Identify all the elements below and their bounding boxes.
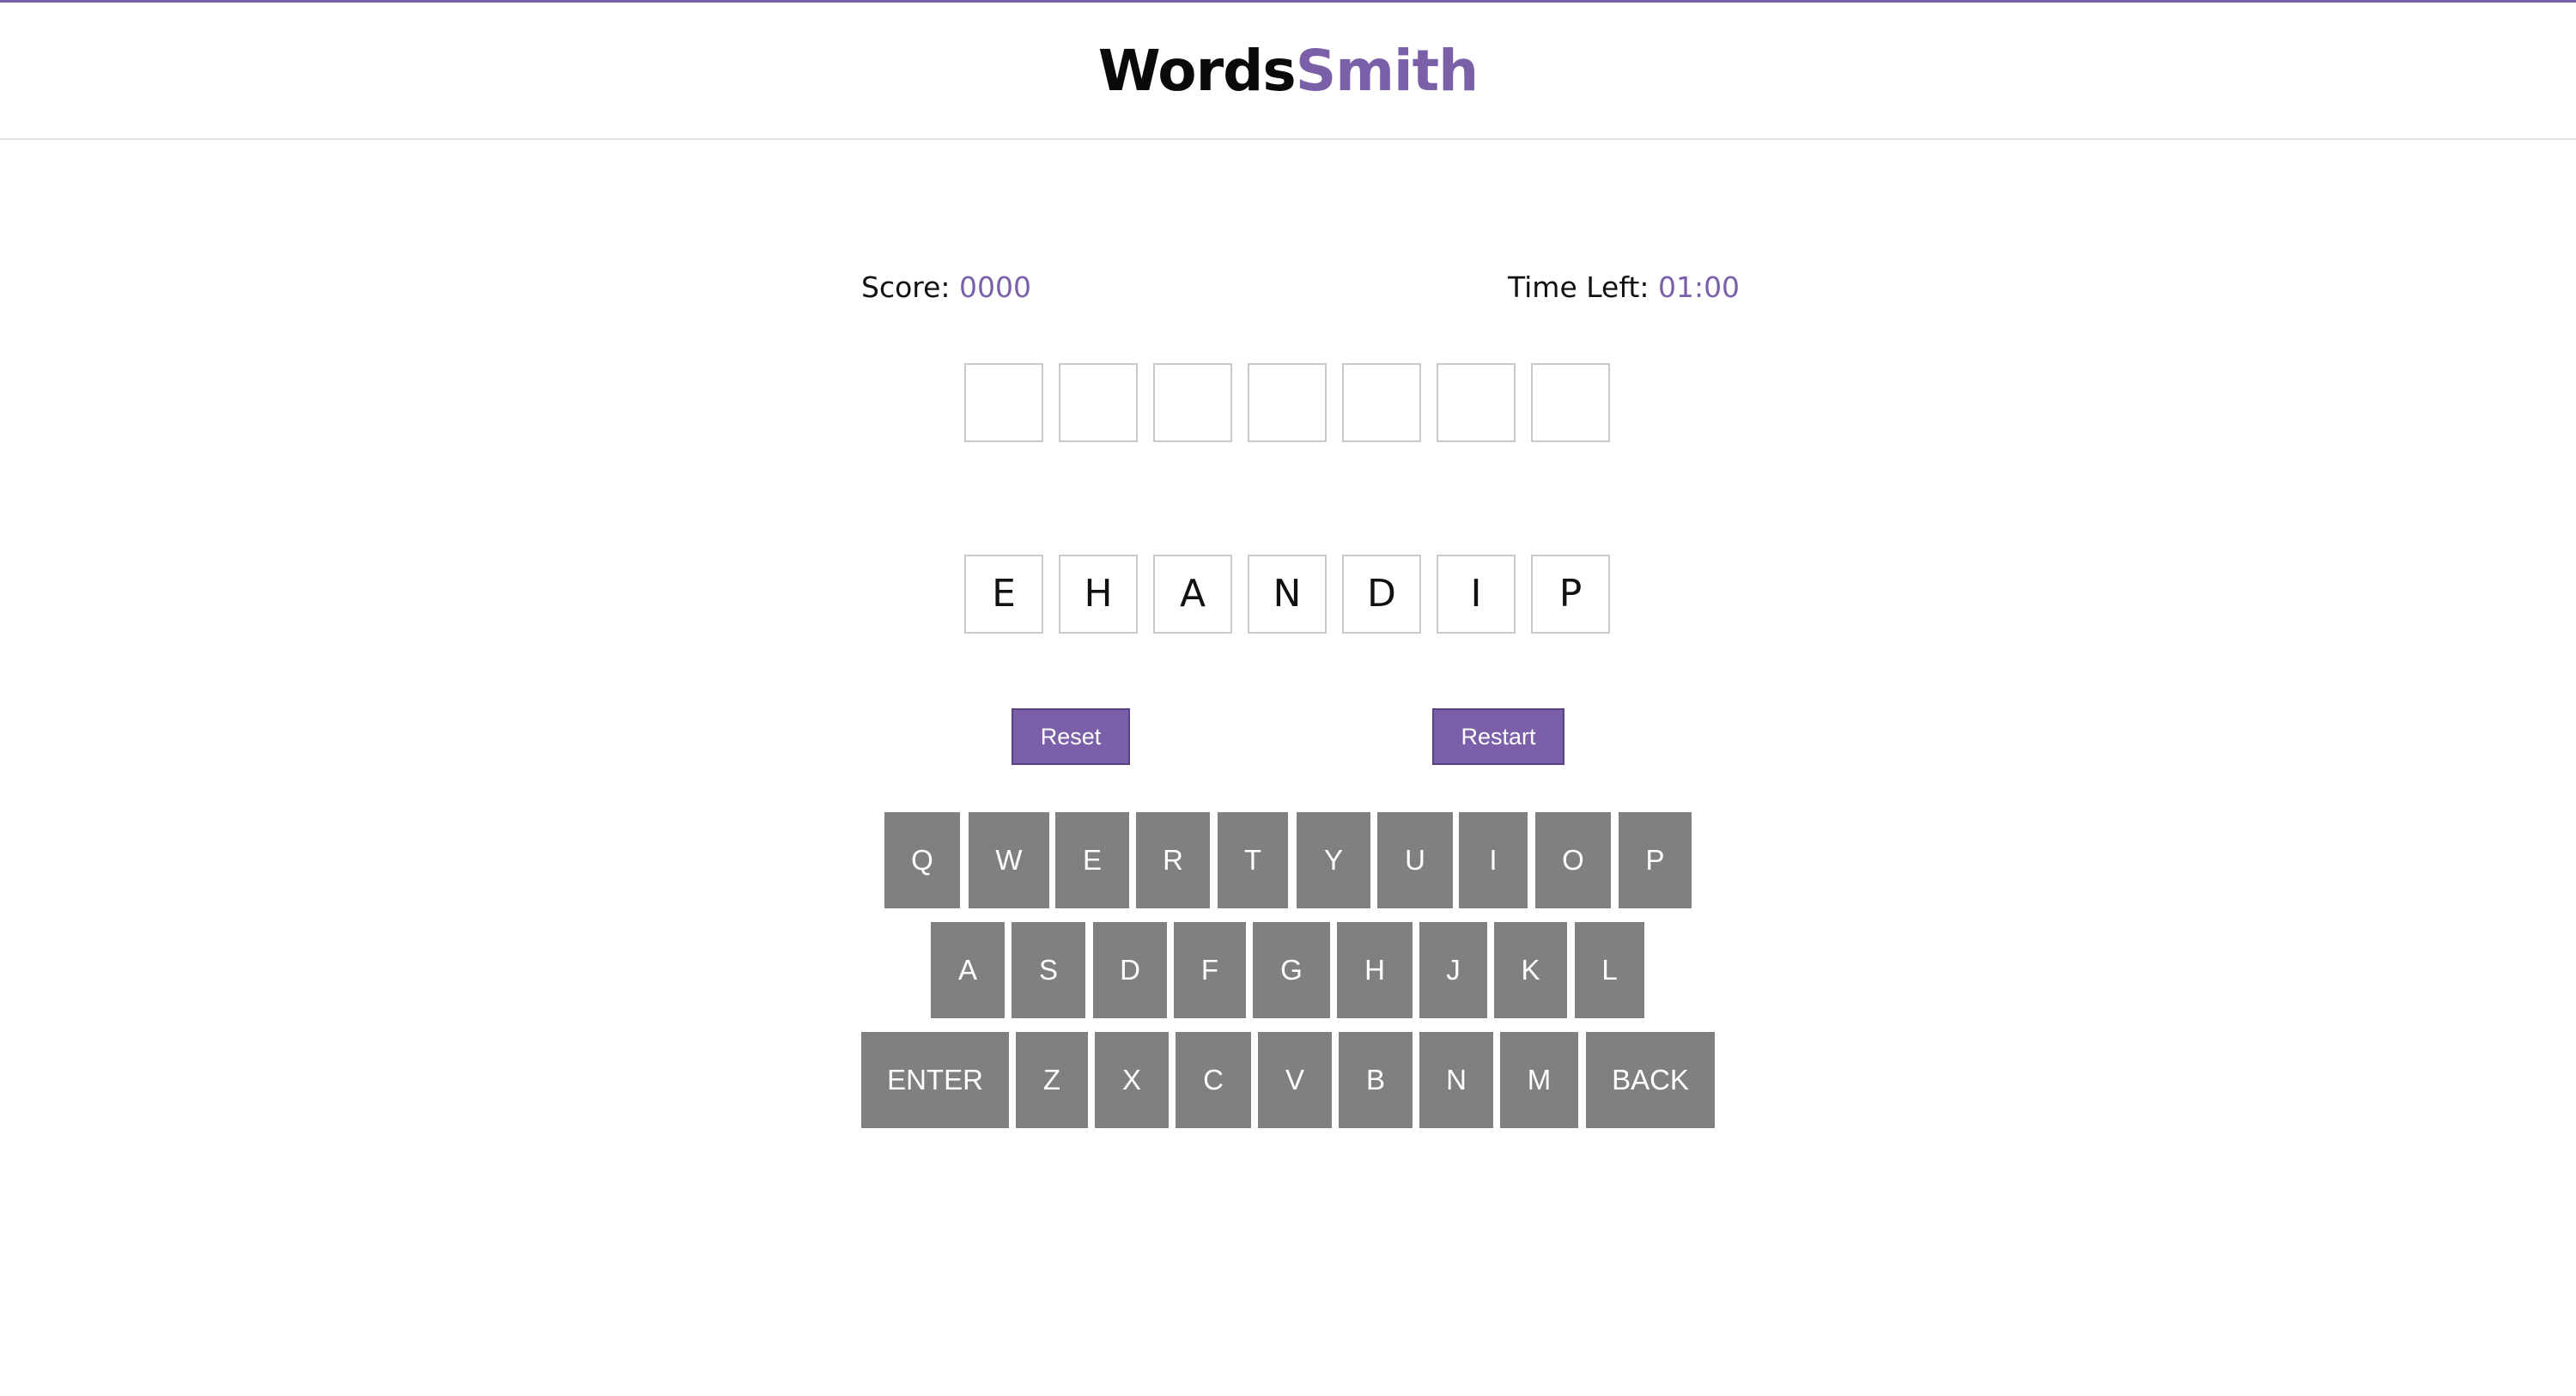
- letter-tile[interactable]: P: [1531, 555, 1610, 634]
- answer-slot[interactable]: [1437, 363, 1516, 442]
- timer-display: Time Left: 01:00: [1508, 264, 1740, 311]
- logo-smith: Smith: [1295, 38, 1479, 104]
- answer-slot[interactable]: [1059, 363, 1138, 442]
- answer-slot[interactable]: [1248, 363, 1327, 442]
- key-t[interactable]: T: [1218, 812, 1288, 908]
- enter-key[interactable]: ENTER: [861, 1032, 1009, 1128]
- key-n[interactable]: N: [1419, 1032, 1493, 1128]
- answer-slot[interactable]: [1153, 363, 1232, 442]
- letter-tile[interactable]: I: [1437, 555, 1516, 634]
- key-k[interactable]: K: [1494, 922, 1567, 1018]
- key-g[interactable]: G: [1253, 922, 1330, 1018]
- answer-slot[interactable]: [1342, 363, 1421, 442]
- key-o[interactable]: O: [1535, 812, 1611, 908]
- letter-tile[interactable]: H: [1059, 555, 1138, 634]
- key-v[interactable]: V: [1258, 1032, 1332, 1128]
- key-p[interactable]: P: [1619, 812, 1692, 908]
- key-c[interactable]: C: [1176, 1032, 1251, 1128]
- score-display: Score: 0000: [861, 264, 1031, 311]
- key-q[interactable]: Q: [884, 812, 960, 908]
- score-label: Score:: [861, 270, 951, 304]
- key-h[interactable]: H: [1337, 922, 1413, 1018]
- answer-slot[interactable]: [1531, 363, 1610, 442]
- key-j[interactable]: J: [1419, 922, 1487, 1018]
- letter-tile[interactable]: D: [1342, 555, 1421, 634]
- key-w[interactable]: W: [969, 812, 1049, 908]
- key-a[interactable]: A: [931, 922, 1005, 1018]
- key-f[interactable]: F: [1174, 922, 1246, 1018]
- key-u[interactable]: U: [1377, 812, 1453, 908]
- key-x[interactable]: X: [1095, 1032, 1169, 1128]
- key-r[interactable]: R: [1136, 812, 1210, 908]
- key-b[interactable]: B: [1339, 1032, 1413, 1128]
- letter-tile[interactable]: E: [964, 555, 1043, 634]
- key-d[interactable]: D: [1093, 922, 1167, 1018]
- key-i[interactable]: I: [1459, 812, 1528, 908]
- back-key[interactable]: BACK: [1586, 1032, 1715, 1128]
- answer-slot[interactable]: [964, 363, 1043, 442]
- reset-button[interactable]: Reset: [1012, 708, 1130, 765]
- letter-tile[interactable]: N: [1248, 555, 1327, 634]
- key-y[interactable]: Y: [1297, 812, 1370, 908]
- time-label: Time Left:: [1508, 270, 1649, 304]
- key-e[interactable]: E: [1055, 812, 1129, 908]
- key-s[interactable]: S: [1012, 922, 1085, 1018]
- key-m[interactable]: M: [1500, 1032, 1578, 1128]
- score-value: 0000: [959, 270, 1032, 304]
- key-z[interactable]: Z: [1016, 1032, 1088, 1128]
- logo: WordsSmith: [0, 35, 2576, 107]
- key-l[interactable]: L: [1575, 922, 1644, 1018]
- restart-button[interactable]: Restart: [1432, 708, 1564, 765]
- letter-tile[interactable]: A: [1153, 555, 1232, 634]
- time-value: 01:00: [1657, 270, 1741, 304]
- logo-words: Words: [1097, 38, 1297, 104]
- header: WordsSmith: [0, 3, 2576, 140]
